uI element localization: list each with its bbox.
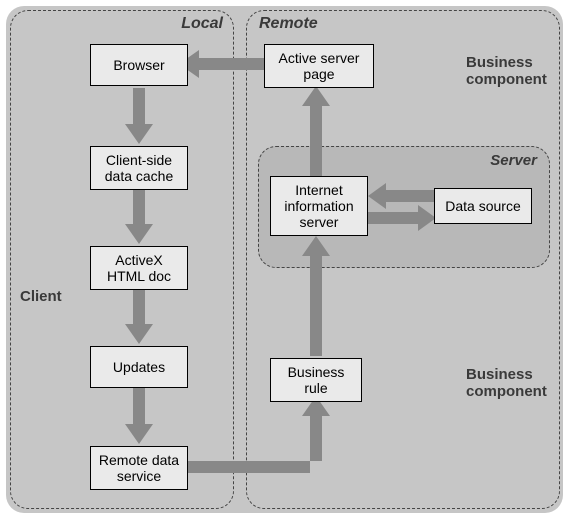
node-remote-data-service: Remote data service [90, 446, 188, 490]
node-business-rule: Business rule [270, 358, 362, 402]
node-activex-doc: ActiveX HTML doc [90, 246, 188, 290]
label-client: Client [20, 288, 62, 305]
node-data-source: Data source [434, 188, 532, 224]
panel-remote-title: Remote [259, 15, 318, 33]
panel-server-title: Server [490, 152, 537, 169]
diagram-stage: Local Remote Server Client Business comp… [6, 6, 563, 513]
node-browser: Browser [90, 44, 188, 86]
node-iis: Internet information server [270, 176, 368, 236]
label-business-component-top: Business component [466, 54, 547, 88]
label-business-component-bottom: Business component [466, 366, 547, 400]
node-updates: Updates [90, 346, 188, 388]
panel-local-title: Local [181, 15, 223, 33]
node-asp: Active server page [264, 44, 374, 88]
node-client-cache: Client-side data cache [90, 146, 188, 190]
